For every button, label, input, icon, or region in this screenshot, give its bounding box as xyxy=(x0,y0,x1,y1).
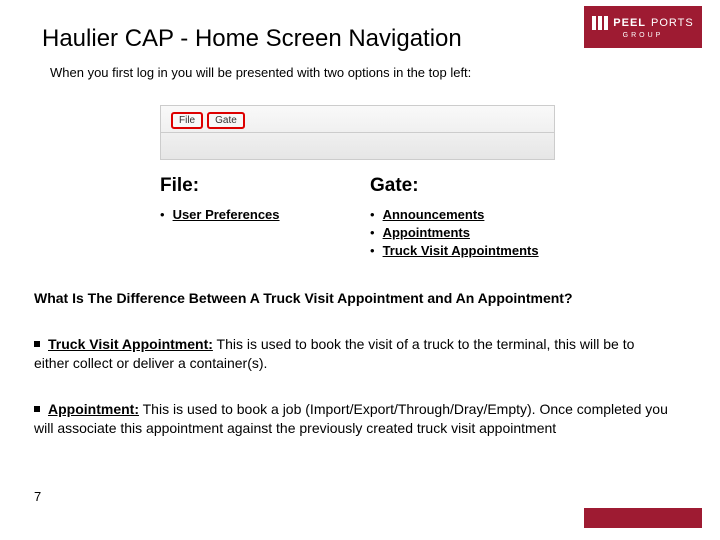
square-bullet-icon xyxy=(34,341,40,347)
file-column: File: •User Preferences xyxy=(160,175,340,261)
page-number: 7 xyxy=(34,489,41,504)
gate-item: •Truck Visit Appointments xyxy=(370,243,590,258)
gate-item: •Appointments xyxy=(370,225,590,240)
file-item: •User Preferences xyxy=(160,207,340,222)
brand-name-2: PORTS xyxy=(651,17,694,29)
para2-label: Appointment: xyxy=(48,401,139,417)
gate-item: •Announcements xyxy=(370,207,590,222)
gate-item-label: Truck Visit Appointments xyxy=(383,243,539,258)
menu-gate-highlight: Gate xyxy=(207,112,245,129)
paragraph-truck-visit: Truck Visit Appointment: This is used to… xyxy=(34,335,670,373)
intro-text: When you first log in you will be presen… xyxy=(50,65,471,80)
footer-brand-block xyxy=(584,508,702,528)
brand-logo: PEEL PORTS GROUP xyxy=(584,6,702,48)
page-title: Haulier CAP - Home Screen Navigation xyxy=(42,25,462,53)
gate-column: Gate: •Announcements •Appointments •Truc… xyxy=(370,175,590,261)
file-heading: File: xyxy=(160,175,340,197)
gate-item-label: Announcements xyxy=(383,207,485,222)
gate-item-label: Appointments xyxy=(383,225,470,240)
para1-label: Truck Visit Appointment: xyxy=(48,336,213,352)
app-screenshot: File Gate xyxy=(160,105,555,160)
brand-name-1: PEEL xyxy=(613,17,646,29)
file-item-label: User Preferences xyxy=(173,207,280,222)
brand-sub: GROUP xyxy=(623,32,664,39)
logo-bars-icon xyxy=(592,16,608,30)
question-heading: What Is The Difference Between A Truck V… xyxy=(34,290,573,306)
gate-heading: Gate: xyxy=(370,175,590,197)
square-bullet-icon xyxy=(34,406,40,412)
paragraph-appointment: Appointment: This is used to book a job … xyxy=(34,400,670,438)
menu-file-highlight: File xyxy=(171,112,203,129)
